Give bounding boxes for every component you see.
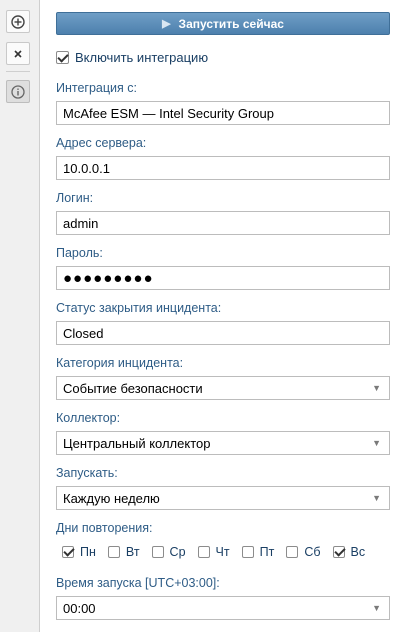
- day-checkbox[interactable]: [241, 546, 254, 558]
- collector-select[interactable]: Центральный коллектор ▼: [56, 431, 390, 455]
- day-label: Вт: [125, 545, 140, 559]
- start-time-label: Время запуска [UTC+03:00]:: [56, 576, 220, 590]
- password-label: Пароль:: [56, 246, 103, 260]
- play-icon: ▶: [162, 18, 171, 30]
- day-label: Сб: [304, 545, 321, 559]
- add-button[interactable]: [6, 10, 30, 33]
- integration-field[interactable]: McAfee ESM — Intel Security Group: [56, 101, 390, 125]
- enable-integration-label: Включить интеграцию: [75, 50, 209, 65]
- repeat-days-group: Пн Вт Ср Чт Пт Сб Вс: [62, 545, 377, 559]
- chevron-down-icon: ▼: [372, 438, 381, 448]
- day-label: Вс: [350, 545, 366, 559]
- day-label: Чт: [215, 545, 230, 559]
- login-label: Логин:: [56, 191, 94, 205]
- integration-label: Интеграция с:: [56, 81, 137, 95]
- category-value: Событие безопасности: [63, 380, 203, 396]
- server-address-value: 10.0.0.1: [63, 160, 110, 176]
- info-icon: [11, 84, 25, 99]
- schedule-value: Каждую неделю: [63, 490, 160, 506]
- close-icon: [14, 49, 22, 58]
- chevron-down-icon: ▼: [372, 383, 381, 393]
- login-input[interactable]: admin: [56, 211, 390, 235]
- day-checkbox[interactable]: [197, 546, 210, 558]
- category-select[interactable]: Событие безопасности ▼: [56, 376, 390, 400]
- password-input[interactable]: ●●●●●●●●●: [56, 266, 390, 290]
- day-label: Пн: [80, 545, 96, 559]
- close-status-value: Closed: [63, 325, 104, 341]
- info-button[interactable]: [6, 80, 30, 103]
- sidebar: [0, 0, 40, 632]
- schedule-select[interactable]: Каждую неделю ▼: [56, 486, 390, 510]
- day-checkbox[interactable]: [286, 546, 299, 558]
- repeat-days-label: Дни повторения:: [56, 521, 153, 535]
- integration-value: McAfee ESM — Intel Security Group: [63, 105, 274, 121]
- day-checkbox[interactable]: [332, 546, 345, 558]
- login-value: admin: [63, 215, 99, 231]
- day-checkbox[interactable]: [62, 546, 74, 558]
- close-button[interactable]: [6, 42, 30, 65]
- schedule-label: Запускать:: [56, 466, 118, 480]
- start-time-select[interactable]: 00:00 ▼: [56, 596, 390, 620]
- day-friday[interactable]: Пт: [241, 545, 275, 559]
- day-monday[interactable]: Пн: [62, 545, 96, 559]
- close-status-input[interactable]: Closed: [56, 321, 390, 345]
- run-now-label: Запустить сейчас: [178, 16, 284, 31]
- collector-label: Коллектор:: [56, 411, 121, 425]
- category-label: Категория инцидента:: [56, 356, 184, 370]
- day-checkbox[interactable]: [151, 546, 164, 558]
- sidebar-divider: [6, 71, 30, 72]
- server-address-input[interactable]: 10.0.0.1: [56, 156, 390, 180]
- start-time-value: 00:00: [63, 600, 96, 616]
- enable-integration-row[interactable]: Включить интеграцию: [56, 50, 208, 65]
- close-status-label: Статус закрытия инцидента:: [56, 301, 222, 315]
- collector-value: Центральный коллектор: [63, 435, 211, 451]
- day-saturday[interactable]: Сб: [286, 545, 321, 559]
- day-label: Ср: [169, 545, 186, 559]
- server-label: Адрес сервера:: [56, 136, 147, 150]
- chevron-down-icon: ▼: [372, 603, 381, 613]
- run-now-button[interactable]: ▶ Запустить сейчас: [56, 12, 390, 35]
- day-wednesday[interactable]: Ср: [151, 545, 186, 559]
- day-sunday[interactable]: Вс: [332, 545, 366, 559]
- day-label: Пт: [259, 545, 275, 559]
- enable-integration-checkbox[interactable]: [56, 51, 69, 64]
- day-tuesday[interactable]: Вт: [107, 545, 140, 559]
- plus-circle-icon: [11, 14, 25, 29]
- day-thursday[interactable]: Чт: [197, 545, 230, 559]
- password-value: ●●●●●●●●●: [63, 269, 154, 287]
- day-checkbox[interactable]: [107, 546, 120, 558]
- chevron-down-icon: ▼: [372, 493, 381, 503]
